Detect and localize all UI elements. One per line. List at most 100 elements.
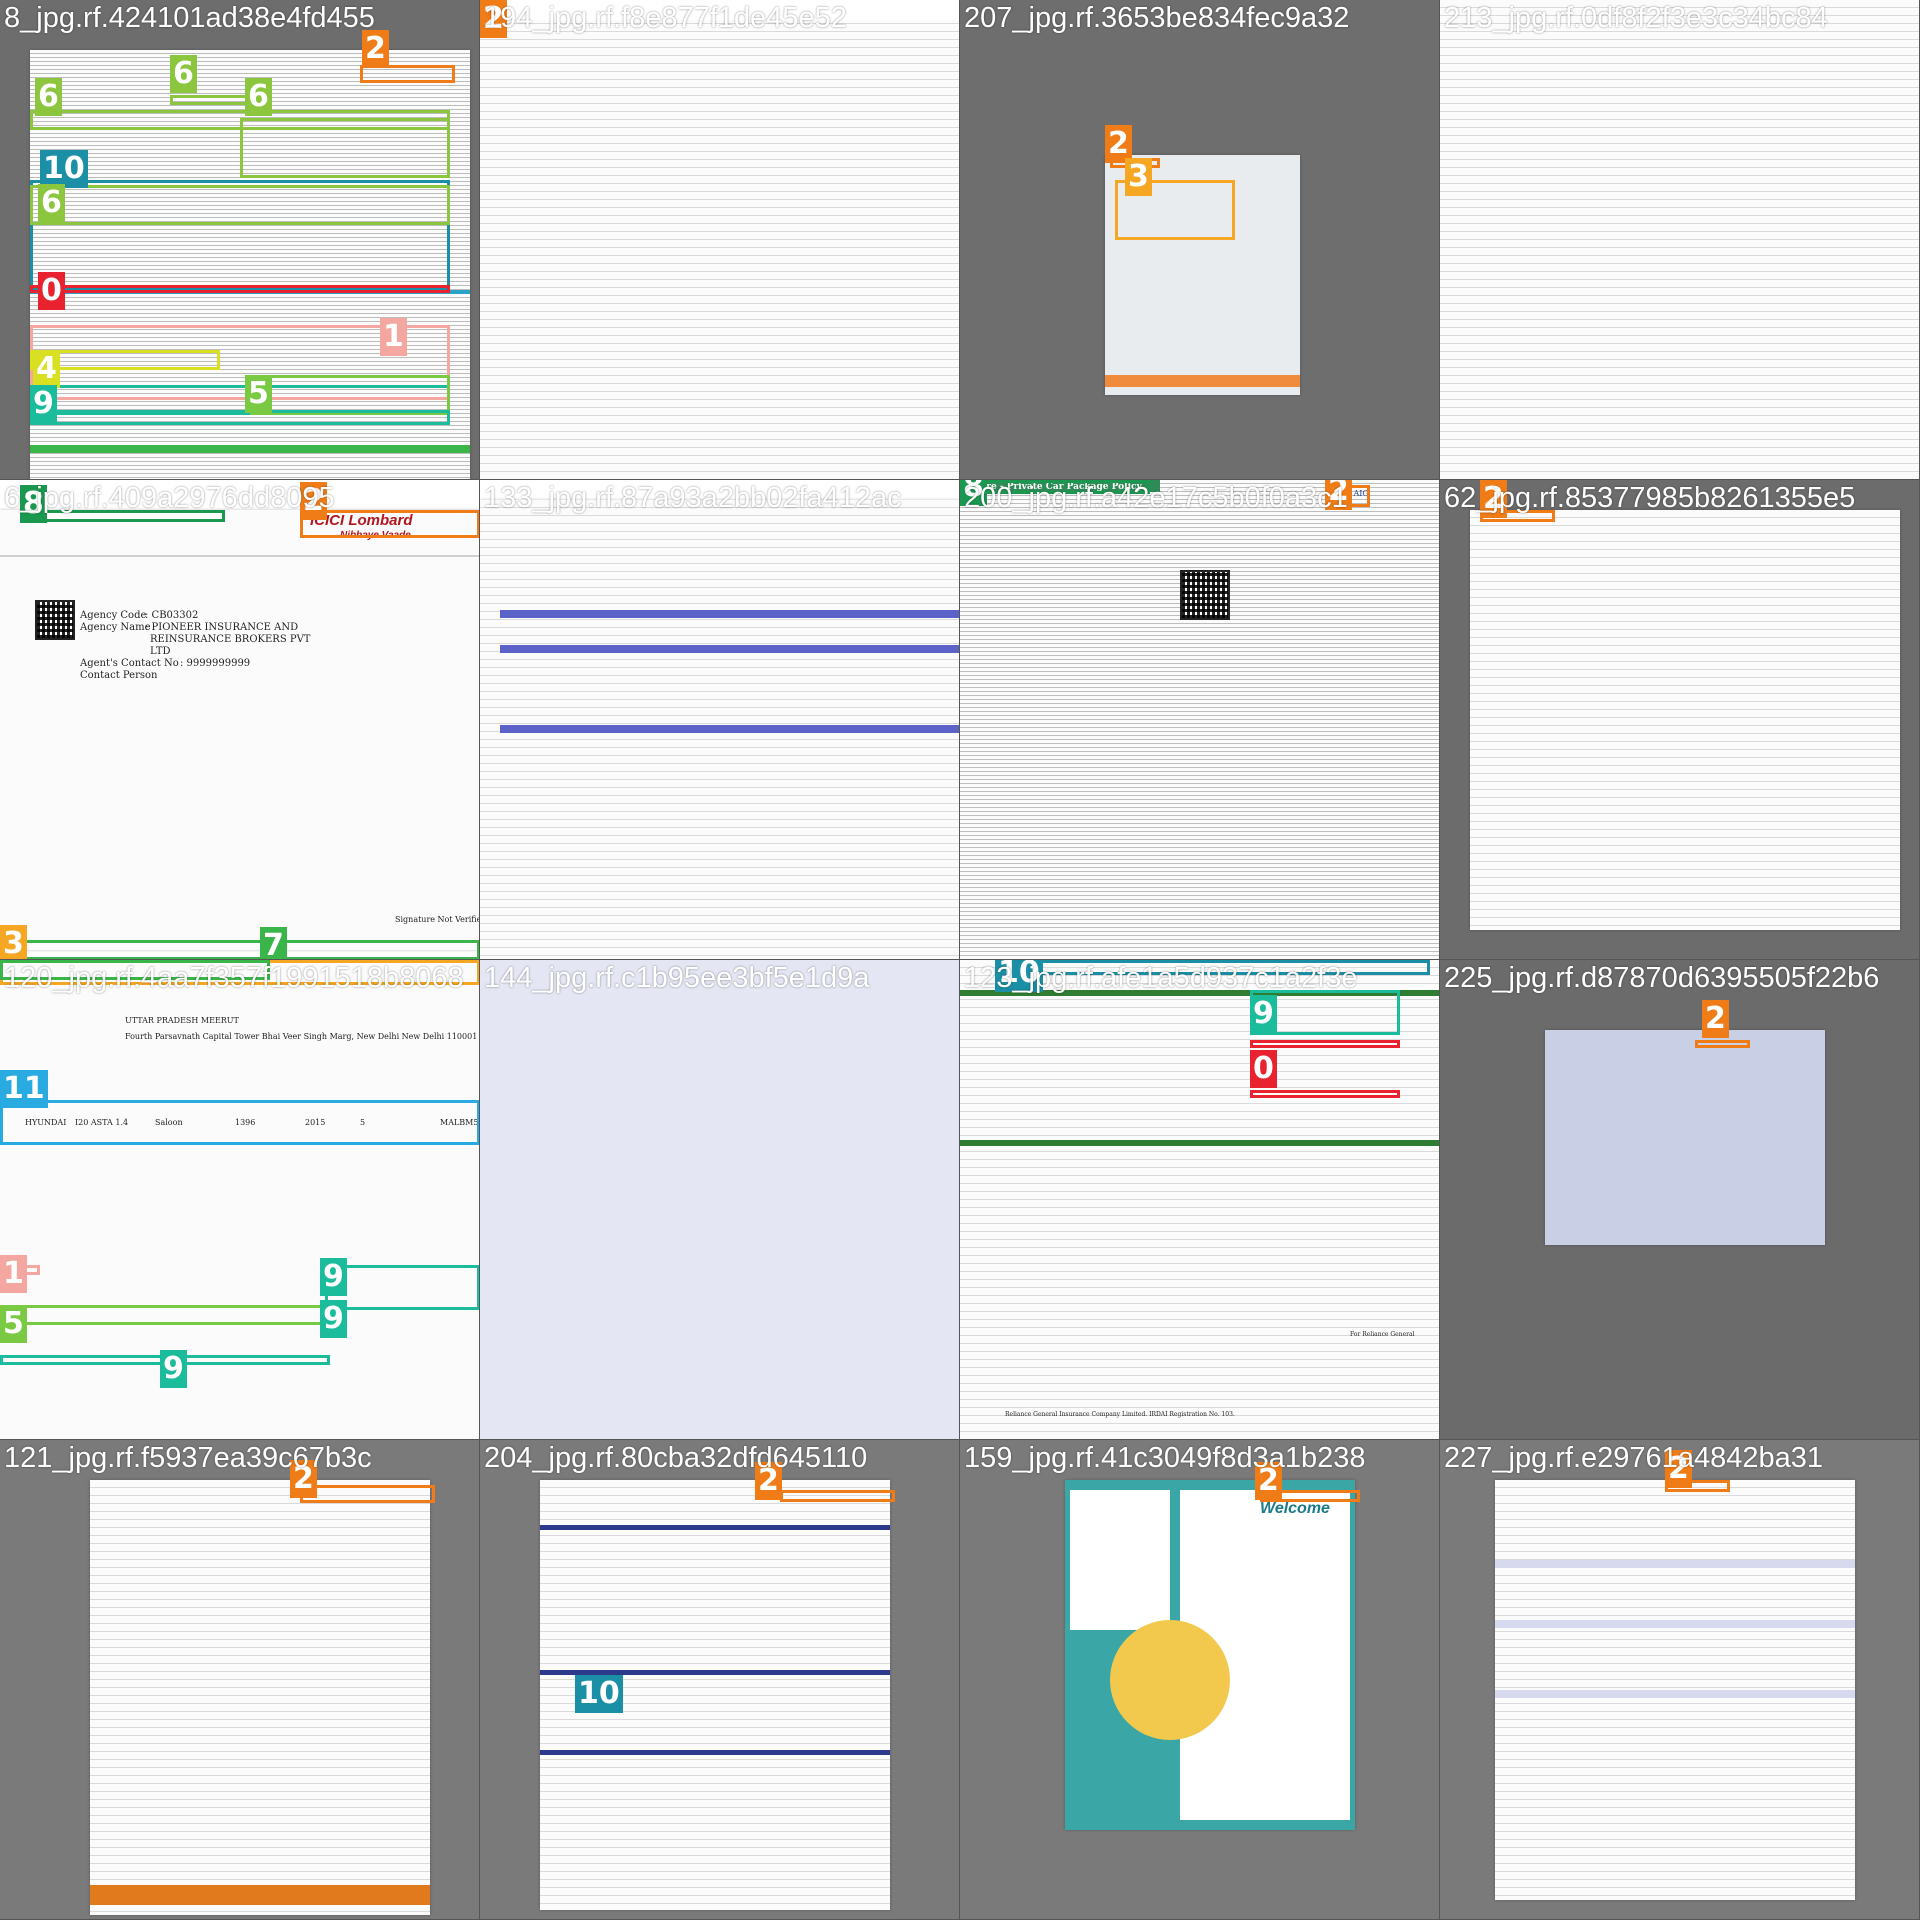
robot-illustration	[1110, 1620, 1230, 1740]
image-mosaic: 2 6 6 6 10 6 0 1 4 9 5 8_jpg.rf.424101ad38e4fd455 2 1…	[0, 0, 1920, 1920]
annotation-box-6[interactable]	[240, 118, 450, 178]
annotation-box-2[interactable]	[1695, 1040, 1750, 1048]
color-band	[500, 645, 959, 653]
image-tile[interactable]: UTTAR PRADESH MEERUT Fourth Parsavnath Ca…	[0, 960, 480, 1440]
annotation-label: 2	[1702, 1000, 1729, 1038]
signatory-text: For Reliance General	[1350, 1331, 1415, 1338]
welcome-heading: Welcome	[1260, 1500, 1330, 1517]
image-tile[interactable]: 2 194_jpg.rf.f8e877f1de45e52	[480, 0, 960, 480]
color-band	[1545, 1030, 1825, 1245]
document-page	[960, 480, 1439, 959]
field-text: : 9999999999	[180, 658, 251, 669]
image-tile[interactable]: Reliance General Insurance Company Limit…	[960, 960, 1440, 1440]
image-tile[interactable]: 133_jpg.rf.87a93a2bb02fa412ac	[480, 480, 960, 960]
annotation-box-9[interactable]	[325, 1265, 479, 1310]
annotation-label: 8	[960, 480, 987, 506]
image-tile[interactable]: ICICI Lombard Nibhaye Vaade Agency Code: C…	[0, 480, 480, 960]
field-text: LTD	[150, 646, 171, 657]
annotation-box-7[interactable]	[0, 940, 479, 959]
annotation-box-10[interactable]	[1000, 960, 1430, 975]
annotation-box-8[interactable]	[960, 480, 1150, 494]
color-band	[540, 1525, 890, 1530]
annotation-box-5[interactable]	[250, 375, 450, 415]
document-page	[480, 0, 959, 479]
image-tile[interactable]: 2 225_jpg.rf.d87870d6395505f22b6	[1440, 960, 1920, 1440]
address-line: Fourth Parsavnath Capital Tower Bhai Vee…	[125, 1032, 478, 1041]
image-tile[interactable]: 2 10 204_jpg.rf.80cba32dfd645110	[480, 1440, 960, 1920]
annotation-box-5[interactable]	[0, 1305, 325, 1325]
image-tile[interactable]: 2 121_jpg.rf.f5937ea39c67b3c	[0, 1440, 480, 1920]
image-tile[interactable]: Welcome 2 159_jpg.rf.41c3049f8d3a1b238	[960, 1440, 1440, 1920]
annotation-label: 3	[1125, 158, 1152, 196]
annotation-label: 2	[362, 30, 389, 68]
color-band	[480, 960, 959, 1439]
annotation-label: 2	[290, 1460, 317, 1498]
annotation-box-6[interactable]	[30, 185, 450, 225]
image-tile[interactable]: 213_jpg.rf.0df8f2f3e3c34bc84	[1440, 0, 1920, 480]
annotation-label: 0	[1250, 1050, 1277, 1088]
annotation-label: 7	[260, 927, 287, 959]
color-band	[540, 1750, 890, 1755]
text-lines	[90, 1480, 430, 1915]
image-tile[interactable]: 2 3 207_jpg.rf.3653be834fec9a32	[960, 0, 1440, 480]
tile-filename: 227_jpg.rf.e29761a4842ba31	[1444, 1442, 1823, 1474]
annotation-label: 3	[0, 925, 27, 959]
annotation-label: 9	[1250, 995, 1277, 1033]
field-text: : PIONEER INSURANCE AND	[145, 622, 299, 633]
image-tile[interactable]: 2 6 6 6 10 6 0 1 4 9 5 8_jpg.rf.424101ad38e4fd455	[0, 0, 480, 480]
color-band	[30, 445, 470, 453]
text-lines	[1440, 0, 1919, 479]
annotation-label: 1	[380, 318, 407, 356]
annotation-box-2[interactable]	[300, 1485, 435, 1503]
text-lines	[480, 0, 959, 479]
annotation-box-9[interactable]	[30, 410, 450, 425]
document-page	[90, 1480, 430, 1915]
tile-filename: 225_jpg.rf.d87870d6395505f22b6	[1444, 962, 1880, 994]
field-text: REINSURANCE BROKERS PVT	[150, 634, 311, 645]
color-band	[1105, 375, 1300, 387]
document-page	[0, 510, 479, 950]
annotation-label: 1	[0, 1255, 27, 1293]
signature-status: Signature Not Verified	[395, 915, 480, 924]
color-band	[1070, 1490, 1170, 1630]
field-text: Agency Code	[80, 610, 147, 621]
color-band	[1495, 1690, 1855, 1698]
annotation-box-11[interactable]	[0, 1100, 479, 1145]
annotation-box-0[interactable]	[1250, 1090, 1400, 1098]
field-text: : CB03302	[145, 610, 199, 621]
annotation-box-0[interactable]	[1250, 1040, 1400, 1048]
annotation-label: 2	[1665, 1450, 1692, 1488]
document-page	[1440, 0, 1919, 479]
text-lines	[1470, 510, 1900, 930]
image-tile[interactable]: Secure - Private Car Package PolicyTATA …	[960, 480, 1440, 960]
annotation-label: 2	[1480, 480, 1507, 518]
image-tile[interactable]: 2 227_jpg.rf.e29761a4842ba31	[1440, 1440, 1920, 1920]
color-band	[960, 1140, 1439, 1146]
color-band	[90, 1885, 430, 1905]
annotation-box-8[interactable]	[25, 510, 225, 522]
annotation-label: 0	[38, 272, 65, 310]
qr-code	[35, 600, 75, 640]
annotation-label: 2	[480, 0, 507, 38]
tile-filename: 159_jpg.rf.41c3049f8d3a1b238	[964, 1442, 1366, 1474]
qr-code	[1180, 570, 1230, 620]
annotation-box-7[interactable]	[0, 960, 270, 980]
image-tile[interactable]: 2 62_jpg.rf.85377985b8261355e5	[1440, 480, 1920, 960]
annotation-box-2[interactable]	[780, 1490, 895, 1502]
annotation-label: 6	[170, 55, 197, 93]
annotation-label: 9	[320, 1258, 347, 1296]
annotation-label: 10	[995, 960, 1043, 992]
field-text: Agent's Contact No	[80, 658, 179, 669]
color-band	[1495, 1620, 1855, 1628]
color-band	[1495, 1560, 1855, 1568]
annotation-label: 4	[33, 350, 60, 388]
annotation-label: 5	[245, 375, 272, 413]
text-lines	[960, 480, 1439, 959]
tile-filename: 8_jpg.rf.424101ad38e4fd455	[4, 2, 375, 34]
annotation-box-0[interactable]	[30, 285, 450, 293]
field-text: Contact Person	[80, 670, 158, 681]
annotation-label: 2	[300, 482, 327, 520]
image-tile[interactable]: 144_jpg.rf.c1b95ee3bf5e1d9a	[480, 960, 960, 1440]
field-text: Agency Name	[80, 622, 151, 633]
annotation-box-2[interactable]	[300, 510, 479, 538]
